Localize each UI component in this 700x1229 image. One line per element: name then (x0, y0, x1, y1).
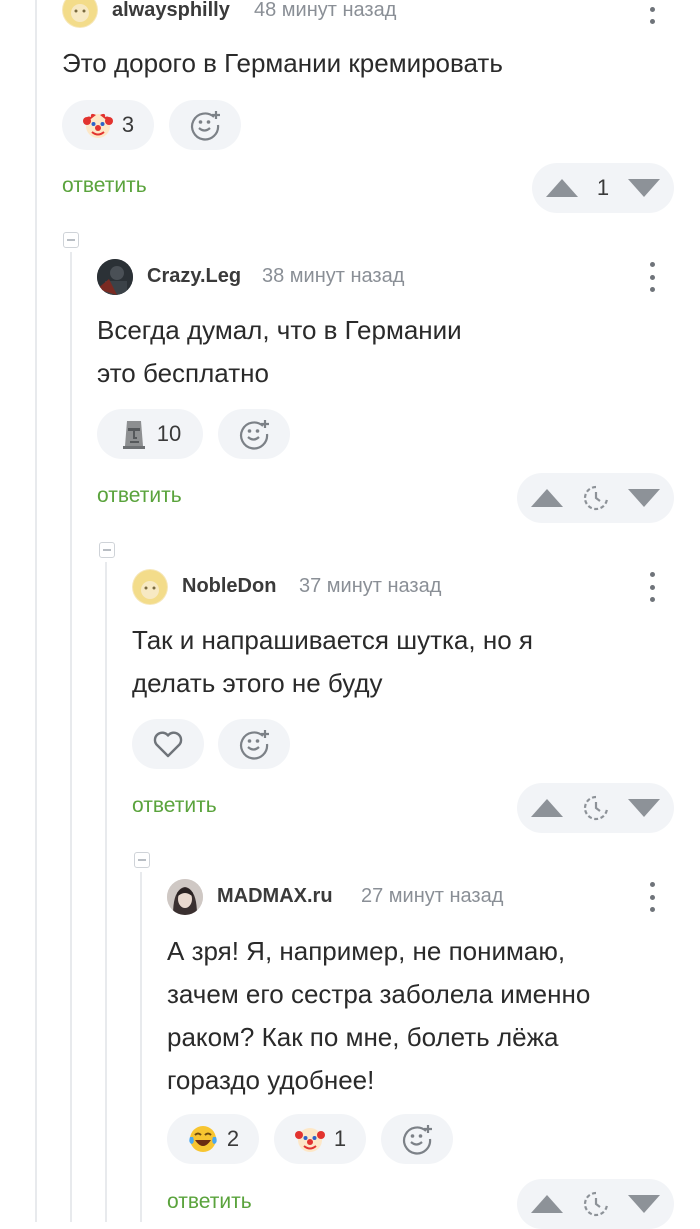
clown-emoji-icon (82, 109, 114, 141)
upvote-icon[interactable] (531, 799, 563, 817)
more-options-icon[interactable] (648, 882, 656, 912)
reaction-button[interactable]: 2 (167, 1114, 259, 1164)
thread-line-level-2 (105, 562, 107, 1222)
comment-text-line: Так и напрашивается шутка, но я (132, 625, 533, 655)
add-reaction-button[interactable] (169, 100, 241, 150)
reaction-count: 3 (121, 112, 135, 137)
comment-text-line: гораздо удобнее! (167, 1065, 375, 1095)
clock-icon (583, 1191, 609, 1217)
comment-text-line: это бесплатно (97, 358, 269, 388)
thread-line-level-1 (70, 252, 72, 1222)
comment-username[interactable]: NobleDon (182, 575, 276, 598)
avatar[interactable] (167, 879, 203, 915)
comment-text: Всегда думал, что в Германии это бесплат… (97, 309, 462, 395)
comment-timestamp: 27 минут назад (361, 885, 504, 907)
comment-text-line: делать этого не буду (132, 668, 383, 698)
comment-username[interactable]: MADMAX.ru (217, 885, 333, 908)
reply-link[interactable]: ответить (62, 174, 147, 198)
moai-emoji-icon (119, 418, 149, 450)
add-emoji-icon (237, 727, 271, 761)
vote-widget (517, 783, 674, 833)
comment-timestamp: 48 минут назад (254, 0, 397, 21)
vote-rating: 1 (596, 175, 610, 200)
collapse-thread-button[interactable] (99, 542, 115, 558)
add-emoji-icon (400, 1122, 434, 1156)
comment-text: Это дорого в Германии кремировать (62, 48, 503, 78)
add-emoji-icon (188, 108, 222, 142)
vote-widget (517, 473, 674, 523)
avatar[interactable] (97, 259, 133, 295)
downvote-icon[interactable] (628, 179, 660, 197)
downvote-icon[interactable] (628, 1195, 660, 1213)
laughing-tears-emoji-icon (187, 1123, 219, 1155)
collapse-thread-button[interactable] (63, 232, 79, 248)
comment-username[interactable]: alwaysphilly (112, 0, 230, 22)
add-emoji-icon (237, 417, 271, 451)
clown-emoji-icon (294, 1123, 326, 1155)
comment-text-line: раком? Как по мне, болеть лёжа (167, 1022, 559, 1052)
comment-text-line: А зря! Я, например, не понимаю, (167, 936, 566, 966)
clock-icon (583, 485, 609, 511)
comment-text: А зря! Я, например, не понимаю, зачем ег… (167, 930, 590, 1102)
comment-username[interactable]: Crazy.Leg (147, 265, 241, 288)
comment-text-line: Всегда думал, что в Германии (97, 315, 462, 345)
comment-timestamp: 38 минут назад (262, 265, 405, 287)
like-button[interactable] (132, 719, 204, 769)
upvote-icon[interactable] (531, 489, 563, 507)
upvote-icon[interactable] (531, 1195, 563, 1213)
clock-icon (583, 795, 609, 821)
downvote-icon[interactable] (628, 489, 660, 507)
reaction-count: 1 (333, 1126, 347, 1151)
more-options-icon[interactable] (648, 0, 656, 24)
reply-link[interactable]: ответить (167, 1190, 252, 1214)
thread-line-level-0 (35, 0, 37, 1222)
upvote-icon[interactable] (546, 179, 578, 197)
vote-widget: 1 (532, 163, 674, 213)
reply-link[interactable]: ответить (97, 484, 182, 508)
avatar[interactable] (62, 0, 98, 28)
reaction-button[interactable]: 10 (97, 409, 203, 459)
avatar[interactable] (132, 569, 168, 605)
reaction-count: 2 (226, 1126, 240, 1151)
reply-link[interactable]: ответить (132, 794, 217, 818)
downvote-icon[interactable] (628, 799, 660, 817)
reaction-button[interactable]: 3 (62, 100, 154, 150)
reaction-count: 10 (156, 421, 182, 446)
add-reaction-button[interactable] (381, 1114, 453, 1164)
more-options-icon[interactable] (648, 262, 656, 292)
comment-text: Так и напрашивается шутка, но я делать э… (132, 619, 533, 705)
comment-timestamp: 37 минут назад (299, 575, 442, 597)
add-reaction-button[interactable] (218, 719, 290, 769)
comment-text-line: зачем его сестра заболела именно (167, 979, 591, 1009)
reaction-button[interactable]: 1 (274, 1114, 366, 1164)
more-options-icon[interactable] (648, 572, 656, 602)
heart-icon (152, 729, 184, 759)
add-reaction-button[interactable] (218, 409, 290, 459)
collapse-thread-button[interactable] (134, 852, 150, 868)
thread-line-level-3 (140, 872, 142, 1222)
